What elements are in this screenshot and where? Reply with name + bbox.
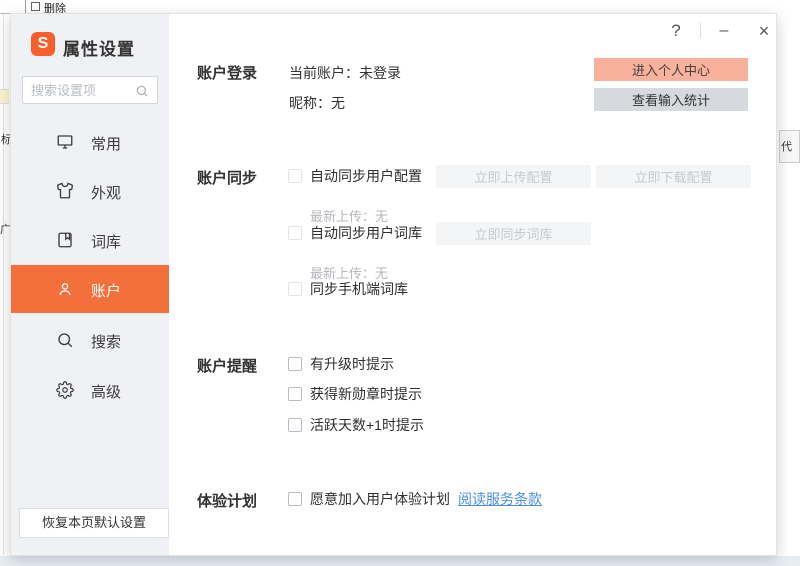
input-stats-button[interactable]: 查看输入统计: [594, 88, 748, 111]
sidebar-item-advanced[interactable]: 高级: [11, 366, 169, 414]
shirt-icon: [56, 182, 74, 200]
dialog-title: 属性设置: [63, 35, 135, 60]
search-input[interactable]: [31, 78, 131, 102]
settings-search-box: [22, 76, 158, 104]
sidebar-item-label: 常用: [91, 133, 121, 154]
background-table-cell: [0, 89, 9, 104]
background-divider: [25, 0, 26, 14]
badge-remind-label: 获得新勋章时提示: [310, 384, 422, 404]
active-days-remind-label: 活跃天数+1时提示: [310, 415, 424, 435]
sidebar-item-dictionary[interactable]: 词库: [11, 216, 169, 264]
auto-sync-config-label: 自动同步用户配置: [310, 166, 422, 186]
sync-dict-now-button[interactable]: 立即同步词库: [436, 222, 591, 245]
upgrade-remind-checkbox[interactable]: [288, 357, 302, 371]
close-button[interactable]: ×: [754, 20, 774, 42]
user-icon: [56, 280, 74, 298]
badge-remind-row: 获得新勋章时提示: [288, 383, 422, 405]
sync-mobile-dict-label: 同步手机端词库: [310, 279, 408, 299]
personal-center-button[interactable]: 进入个人中心: [594, 58, 748, 81]
auto-sync-config-checkbox[interactable]: [288, 169, 302, 183]
active-days-remind-checkbox[interactable]: [288, 418, 302, 432]
sidebar-item-label: 外观: [91, 182, 121, 203]
background-delete-checkbox[interactable]: [31, 2, 40, 11]
section-label-login: 账户登录: [197, 62, 257, 83]
titlebar-separator: [700, 23, 701, 38]
auto-sync-dict-row: 自动同步用户词库: [288, 222, 422, 244]
auto-sync-config-row: 自动同步用户配置: [288, 165, 422, 187]
auto-sync-dict-checkbox[interactable]: [288, 226, 302, 240]
background-text-fragment: 代: [781, 138, 792, 154]
upgrade-remind-label: 有升级时提示: [310, 354, 394, 374]
settings-dialog: S 属性设置 常用 外观 词库: [10, 13, 777, 556]
sidebar-item-label: 账户: [91, 280, 121, 301]
sidebar-item-label: 搜索: [91, 331, 121, 352]
restore-defaults-button[interactable]: 恢复本页默认设置: [19, 508, 169, 538]
experience-plan-row: 愿意加入用户体验计划 阅读服务条款: [288, 488, 542, 510]
badge-remind-checkbox[interactable]: [288, 387, 302, 401]
sidebar-item-search[interactable]: 搜索: [11, 316, 169, 364]
sidebar-item-common[interactable]: 常用: [11, 118, 169, 166]
minimize-button[interactable]: –: [714, 20, 734, 42]
help-button[interactable]: ?: [666, 20, 686, 42]
section-label-remind: 账户提醒: [197, 355, 257, 376]
current-account-text: 当前账户：未登录: [289, 63, 401, 83]
gear-icon: [56, 381, 74, 399]
nickname-text: 昵称：无: [289, 93, 345, 113]
experience-plan-label: 愿意加入用户体验计划: [310, 489, 450, 509]
sync-mobile-dict-checkbox[interactable]: [288, 282, 302, 296]
search-icon: [135, 84, 149, 98]
sidebar-item-label: 词库: [91, 231, 121, 252]
sidebar-item-account[interactable]: 账户: [11, 265, 169, 313]
upgrade-remind-row: 有升级时提示: [288, 353, 394, 375]
search-icon: [56, 331, 74, 349]
download-config-button[interactable]: 立即下载配置: [596, 165, 751, 188]
section-label-experience: 体验计划: [197, 490, 257, 511]
sync-mobile-dict-row: 同步手机端词库: [288, 278, 408, 300]
section-label-sync: 账户同步: [197, 167, 257, 188]
active-days-remind-row: 活跃天数+1时提示: [288, 414, 424, 436]
background-strip: [0, 556, 800, 566]
experience-plan-checkbox[interactable]: [288, 492, 302, 506]
sidebar-item-label: 高级: [91, 381, 121, 402]
sidebar-item-appearance[interactable]: 外观: [11, 167, 169, 215]
sogou-logo-icon: S: [31, 32, 55, 56]
dictionary-icon: [56, 231, 74, 249]
terms-of-service-link[interactable]: 阅读服务条款: [458, 489, 542, 509]
monitor-icon: [56, 133, 74, 151]
upload-config-button[interactable]: 立即上传配置: [436, 165, 591, 188]
auto-sync-dict-label: 自动同步用户词库: [310, 223, 422, 243]
sidebar: S 属性设置 常用 外观 词库: [11, 14, 169, 555]
